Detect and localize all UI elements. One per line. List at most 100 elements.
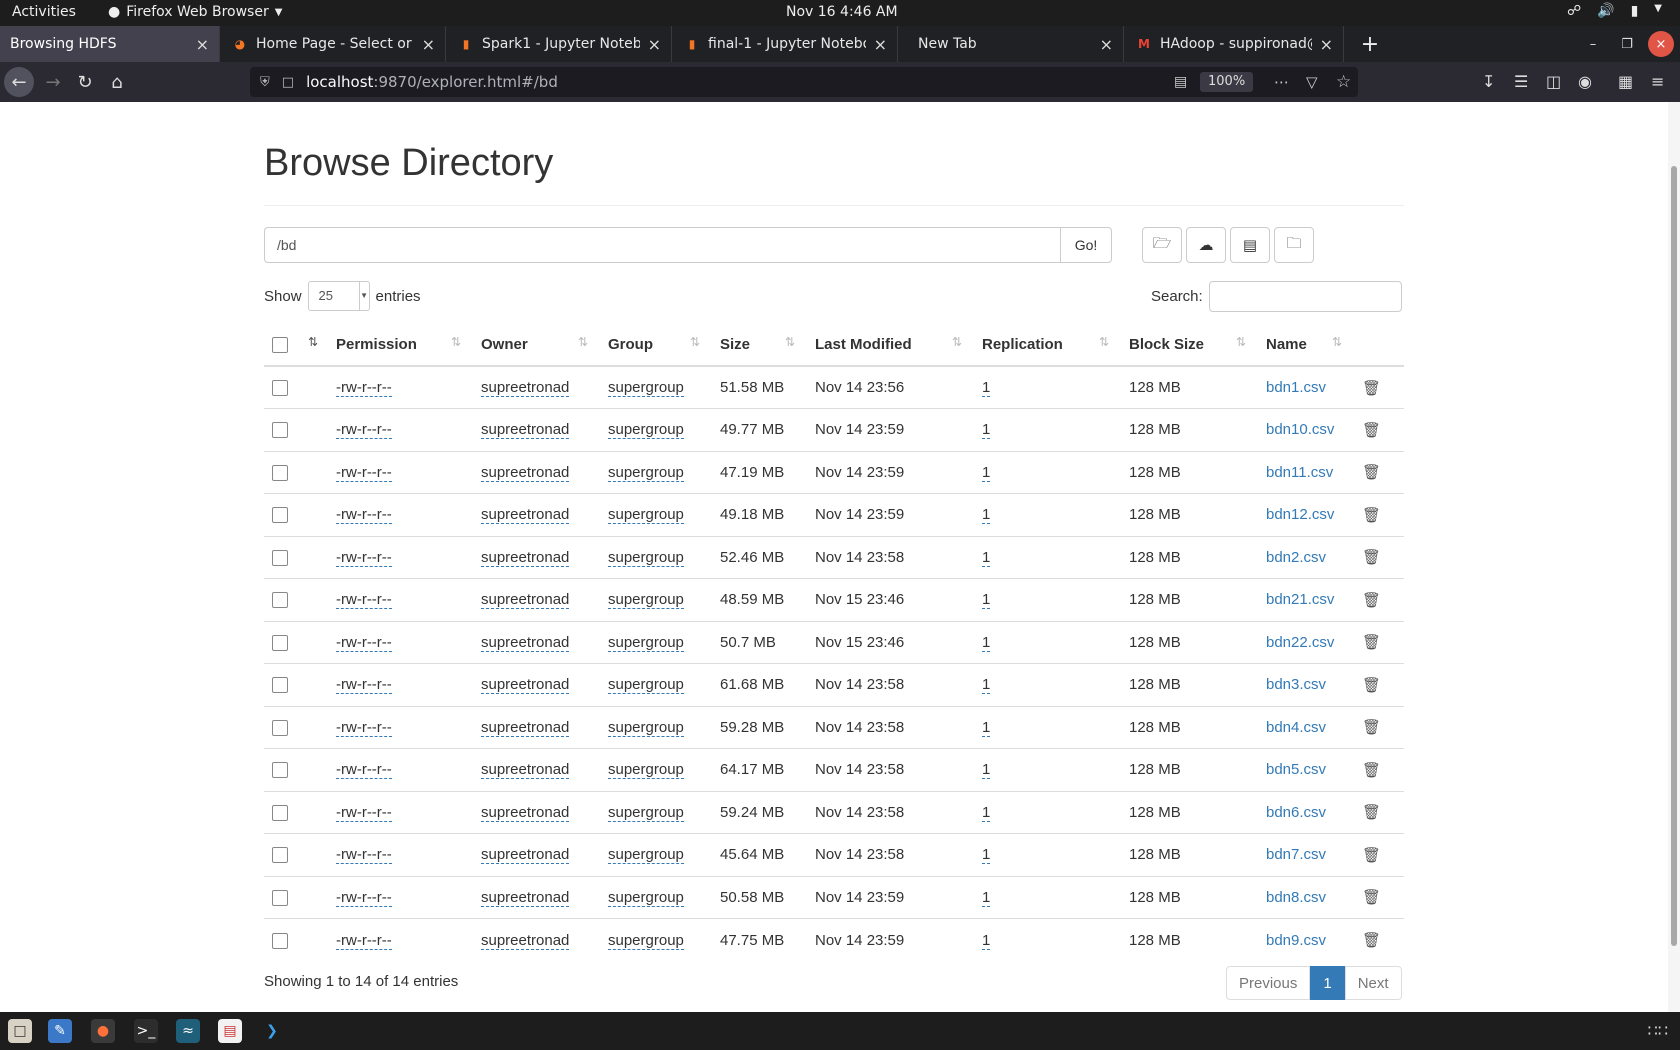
row-checkbox[interactable] xyxy=(272,889,288,906)
extensions-icon[interactable]: ▦ xyxy=(1618,72,1633,91)
reload-icon[interactable]: ↻ xyxy=(70,68,100,96)
page-size-select[interactable]: 25 ▼ xyxy=(307,281,370,311)
permission-value[interactable]: -rw-r--r-- xyxy=(336,718,392,737)
replication-value[interactable]: 1 xyxy=(982,718,991,737)
replication-value[interactable]: 1 xyxy=(982,421,991,440)
replication-value[interactable]: 1 xyxy=(982,463,991,482)
owner-value[interactable]: supreetronad xyxy=(481,676,570,695)
row-checkbox[interactable] xyxy=(272,592,288,609)
tab-new-tab[interactable]: New Tab × xyxy=(900,26,1124,62)
pocket-icon[interactable]: ▽ xyxy=(1306,73,1318,91)
group-value[interactable]: supergroup xyxy=(608,633,684,652)
owner-value[interactable]: supreetronad xyxy=(481,506,570,525)
back-arrow-icon[interactable]: ← xyxy=(4,67,34,97)
row-checkbox[interactable] xyxy=(272,804,288,821)
activities-button[interactable]: Activities xyxy=(12,4,76,20)
column-header-block-size[interactable]: Block Size ⇅ xyxy=(1121,324,1258,367)
home-icon[interactable]: ⌂ xyxy=(102,68,132,96)
column-header-last-modified[interactable]: Last Modified ⇅ xyxy=(807,324,974,367)
row-checkbox[interactable] xyxy=(272,380,288,397)
owner-value[interactable]: supreetronad xyxy=(481,931,570,950)
terminal-icon[interactable]: >_ xyxy=(134,1019,158,1043)
permission-value[interactable]: -rw-r--r-- xyxy=(336,761,392,780)
new-tab-button[interactable]: + xyxy=(1356,26,1384,62)
permission-value[interactable]: -rw-r--r-- xyxy=(336,421,392,440)
search-input[interactable] xyxy=(1208,281,1402,312)
trash-icon[interactable]: 🗑 xyxy=(1362,549,1381,566)
page-1-button[interactable]: 1 xyxy=(1310,966,1345,1000)
select-all-header[interactable]: ⇅ xyxy=(264,324,328,367)
trash-icon[interactable]: 🗑 xyxy=(1362,677,1381,694)
forward-arrow-icon[interactable]: → xyxy=(38,68,68,96)
permission-value[interactable]: -rw-r--r-- xyxy=(336,633,392,652)
library-icon[interactable]: ☰ xyxy=(1514,72,1528,91)
tab-spark1-notebook[interactable]: ▮ Spark1 - Jupyter Notebo × xyxy=(448,26,672,62)
trash-icon[interactable]: 🗑 xyxy=(1362,762,1381,779)
owner-value[interactable]: supreetronad xyxy=(481,463,570,482)
address-bar[interactable]: ⛨ □ localhost:9870/explorer.html#/bd ▤ 1… xyxy=(250,67,1358,97)
replication-value[interactable]: 1 xyxy=(982,846,991,865)
file-name-link[interactable]: bdn3.csv xyxy=(1266,676,1326,693)
system-tray[interactable]: ☍ 🔊 ▮ ▼ xyxy=(1567,3,1662,19)
group-value[interactable]: supergroup xyxy=(608,931,684,950)
trash-icon[interactable]: 🗑 xyxy=(1362,932,1381,949)
group-value[interactable]: supergroup xyxy=(608,846,684,865)
trash-icon[interactable]: 🗑 xyxy=(1362,889,1381,906)
replication-value[interactable]: 1 xyxy=(982,761,991,780)
page-icon[interactable]: □ xyxy=(282,75,294,90)
close-icon[interactable]: × xyxy=(874,35,887,54)
owner-value[interactable]: supreetronad xyxy=(481,803,570,822)
owner-value[interactable]: supreetronad xyxy=(481,761,570,780)
replication-value[interactable]: 1 xyxy=(982,506,991,525)
file-name-link[interactable]: bdn6.csv xyxy=(1266,804,1326,821)
files-icon[interactable]: □ xyxy=(8,1019,32,1043)
owner-value[interactable]: supreetronad xyxy=(481,846,570,865)
trash-icon[interactable]: 🗑 xyxy=(1362,464,1381,481)
group-value[interactable]: supergroup xyxy=(608,591,684,610)
file-name-link[interactable]: bdn21.csv xyxy=(1266,591,1334,608)
file-name-link[interactable]: bdn8.csv xyxy=(1266,889,1326,906)
cut-paste-button[interactable]: ▤ xyxy=(1230,227,1270,263)
trash-icon[interactable]: 🗑 xyxy=(1362,507,1381,524)
hamburger-menu-icon[interactable]: ≡ xyxy=(1651,72,1664,91)
create-directory-button[interactable]: 🗁 xyxy=(1142,227,1182,263)
sort-icon[interactable]: ⇅ xyxy=(308,335,318,349)
owner-value[interactable]: supreetronad xyxy=(481,591,570,610)
trash-icon[interactable]: 🗑 xyxy=(1362,719,1381,736)
permission-value[interactable]: -rw-r--r-- xyxy=(336,591,392,610)
column-header-replication[interactable]: Replication ⇅ xyxy=(974,324,1121,367)
replication-value[interactable]: 1 xyxy=(982,931,991,950)
permission-value[interactable]: -rw-r--r-- xyxy=(336,931,392,950)
replication-value[interactable]: 1 xyxy=(982,633,991,652)
more-actions-icon[interactable]: ⋯ xyxy=(1274,73,1289,91)
file-name-link[interactable]: bdn9.csv xyxy=(1266,932,1326,949)
trash-icon[interactable]: 🗑 xyxy=(1362,847,1381,864)
permission-value[interactable]: -rw-r--r-- xyxy=(336,506,392,525)
group-value[interactable]: supergroup xyxy=(608,548,684,567)
permission-value[interactable]: -rw-r--r-- xyxy=(336,548,392,567)
text-editor-icon[interactable]: ✎ xyxy=(48,1019,72,1043)
account-icon[interactable]: ◉ xyxy=(1578,72,1592,91)
column-header-size[interactable]: Size ⇅ xyxy=(712,324,807,367)
group-value[interactable]: supergroup xyxy=(608,676,684,695)
vscode-icon[interactable]: ❯ xyxy=(260,1019,284,1043)
close-icon[interactable]: × xyxy=(422,35,435,54)
group-value[interactable]: supergroup xyxy=(608,718,684,737)
scrollbar-thumb[interactable] xyxy=(1671,166,1677,946)
file-name-link[interactable]: bdn5.csv xyxy=(1266,761,1326,778)
permission-value[interactable]: -rw-r--r-- xyxy=(336,888,392,907)
file-name-link[interactable]: bdn22.csv xyxy=(1266,634,1334,651)
upload-button[interactable]: ☁ xyxy=(1186,227,1226,263)
row-checkbox[interactable] xyxy=(272,507,288,524)
shield-icon[interactable]: ⛨ xyxy=(260,75,270,90)
zoom-level-button[interactable]: 100% xyxy=(1200,72,1254,92)
owner-value[interactable]: supreetronad xyxy=(481,548,570,567)
replication-value[interactable]: 1 xyxy=(982,888,991,907)
document-viewer-icon[interactable]: ▤ xyxy=(218,1019,242,1043)
owner-value[interactable]: supreetronad xyxy=(481,888,570,907)
row-checkbox[interactable] xyxy=(272,677,288,694)
show-applications-icon[interactable]: ∷∷ xyxy=(1648,1021,1668,1040)
close-icon[interactable]: × xyxy=(1320,35,1333,54)
file-name-link[interactable]: bdn4.csv xyxy=(1266,719,1326,736)
replication-value[interactable]: 1 xyxy=(982,676,991,695)
